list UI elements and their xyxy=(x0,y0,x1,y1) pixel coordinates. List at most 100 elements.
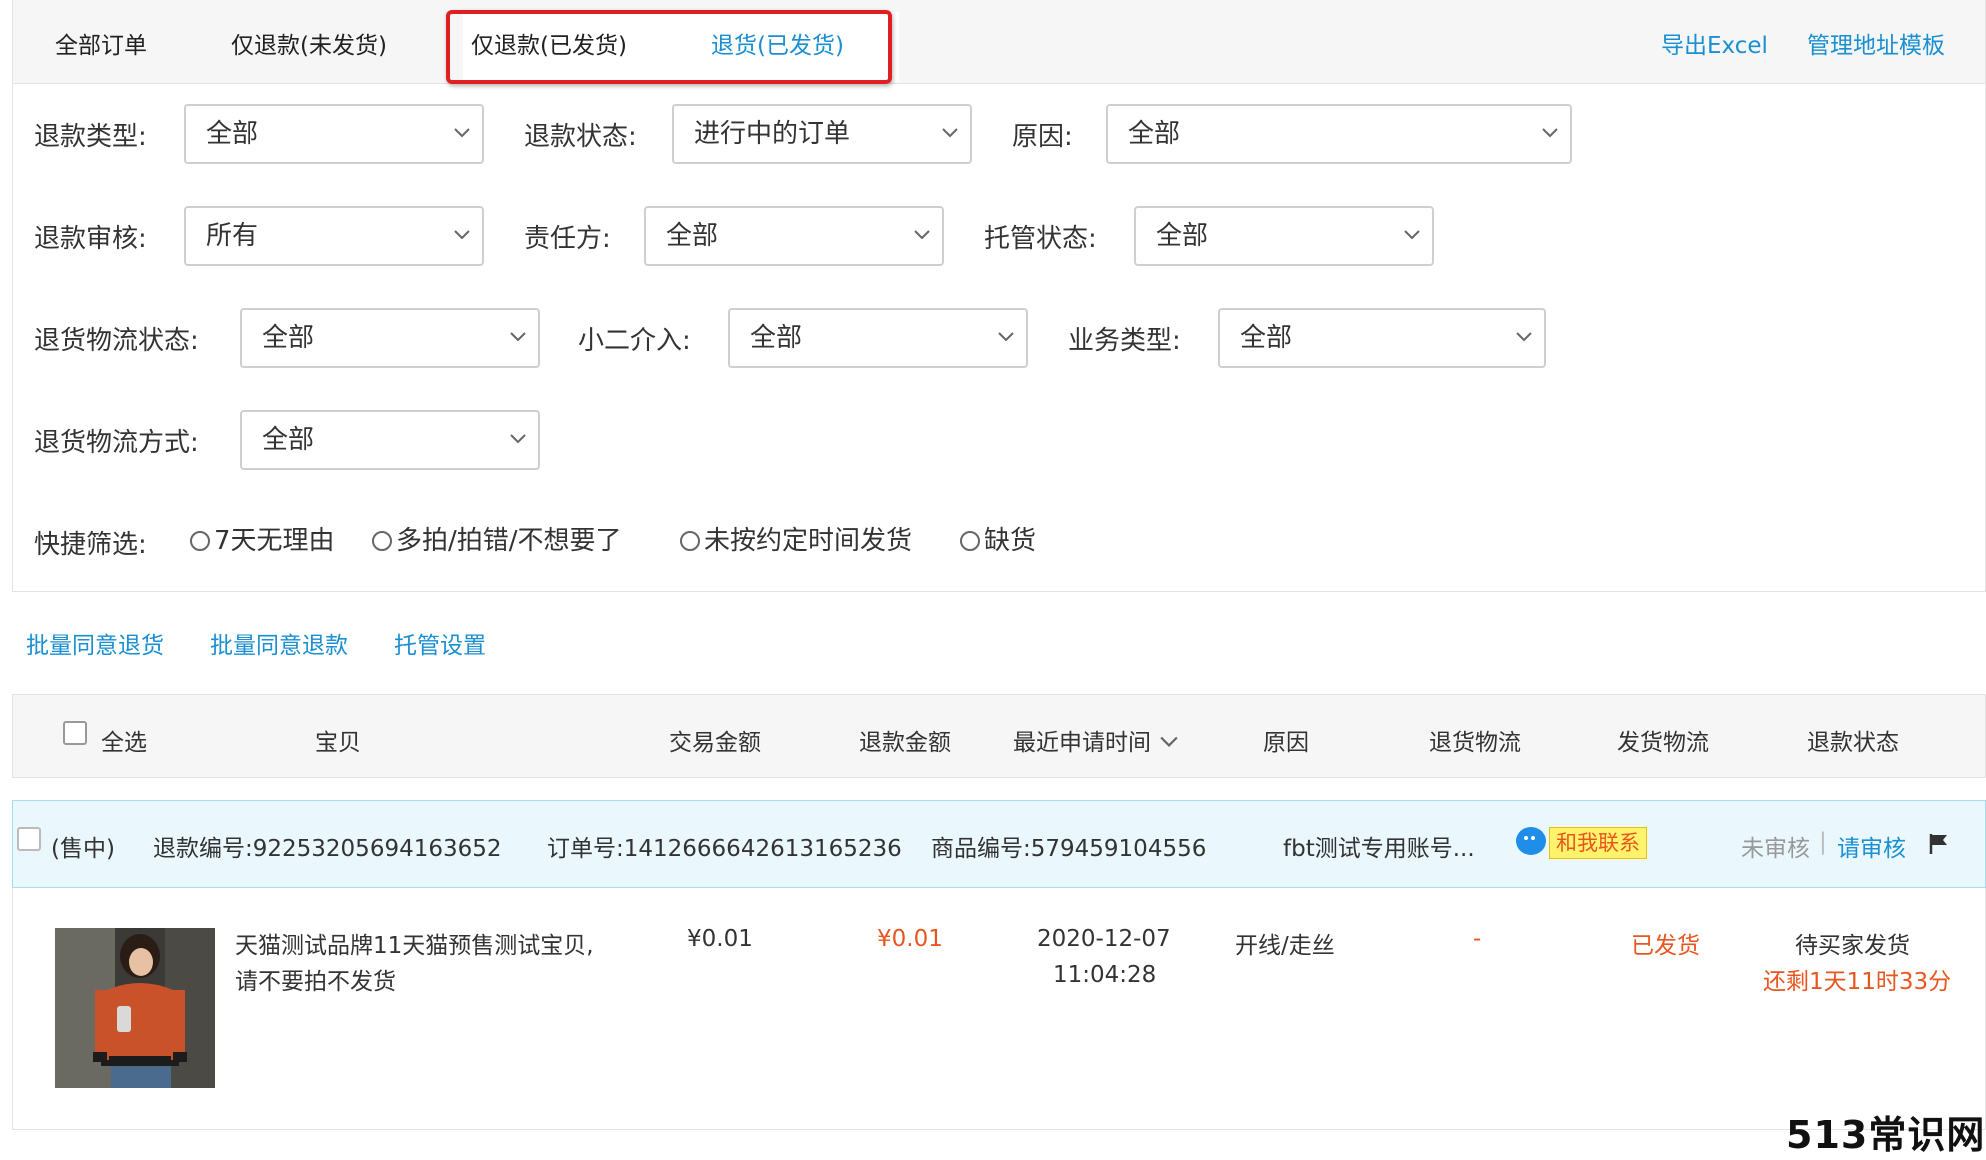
refund-type-select[interactable]: 全部 xyxy=(184,104,484,164)
custody-status-select[interactable]: 全部 xyxy=(1134,206,1434,266)
refund-number: 退款编号:92253205694163652 xyxy=(153,836,502,862)
refund-status-value: 进行中的订单 xyxy=(694,119,851,149)
buyer-account[interactable]: fbt测试专用账号... xyxy=(1283,829,1475,863)
refund-amount: ¥0.01 xyxy=(877,926,943,952)
header-recent-time: 最近申请时间 xyxy=(1013,730,1151,756)
tab-bar: 全部订单 仅退款(未发货) 仅退款(已发货) 退货(已发货) 导出Excel 管… xyxy=(12,0,1986,84)
refund-reason: 开线/走丝 xyxy=(1235,933,1335,959)
status-separator: | xyxy=(1819,829,1827,855)
refund-type-value: 全部 xyxy=(206,119,259,149)
quick-filter-option-label: 未按约定时间发货 xyxy=(704,526,913,556)
radio-icon xyxy=(190,531,210,551)
header-return-logistics: 退货物流 xyxy=(1429,730,1521,756)
ship-logistics-value: 已发货 xyxy=(1631,933,1700,959)
chevron-down-icon xyxy=(1542,128,1558,138)
quick-filter-option[interactable]: 多拍/拍错/不想要了 xyxy=(372,520,622,557)
quick-filter-option[interactable]: 未按约定时间发货 xyxy=(680,520,912,557)
trade-amount: ¥0.01 xyxy=(687,926,753,952)
chevron-down-icon xyxy=(914,230,930,240)
xiaoer-select[interactable]: 全部 xyxy=(728,308,1028,368)
reason-label: 原因: xyxy=(1012,122,1073,152)
chat-bubble-icon[interactable] xyxy=(1515,825,1551,859)
select-all-checkbox[interactable] xyxy=(63,721,87,745)
responsible-select[interactable]: 全部 xyxy=(644,206,944,266)
sale-status: (售中) xyxy=(51,836,115,862)
business-type-select[interactable]: 全部 xyxy=(1218,308,1546,368)
custody-settings-button[interactable]: 托管设置 xyxy=(394,626,486,660)
site-watermark: 513常识网 xyxy=(1786,1113,1986,1157)
apply-date: 2020-12-07 xyxy=(1037,926,1171,952)
responsible-label: 责任方: xyxy=(524,224,611,254)
order-number: 订单号:1412666642613165236 xyxy=(547,836,902,862)
chevron-down-icon xyxy=(942,128,958,138)
xiaoer-value: 全部 xyxy=(750,323,803,353)
chevron-down-icon xyxy=(510,434,526,444)
return-logistics-value: - xyxy=(1473,926,1482,952)
tab-all-orders[interactable]: 全部订单 xyxy=(55,26,147,60)
refund-status-label: 退款状态: xyxy=(524,122,637,152)
manage-address-template-link[interactable]: 管理地址模板 xyxy=(1807,26,1945,60)
custody-status-label: 托管状态: xyxy=(984,224,1097,254)
header-recent-time-sort[interactable]: 最近申请时间 xyxy=(1013,723,1178,757)
contact-me-button[interactable]: 和我联系 xyxy=(1549,827,1647,859)
chevron-down-icon xyxy=(454,230,470,240)
refund-review-value: 所有 xyxy=(206,221,259,251)
quick-filter-option[interactable]: 7天无理由 xyxy=(190,520,335,557)
chevron-down-icon xyxy=(454,128,470,138)
business-type-value: 全部 xyxy=(1240,323,1293,353)
quick-filter-option-label: 多拍/拍错/不想要了 xyxy=(396,526,622,556)
table-row: 天猫测试品牌11天猫预售测试宝贝, 请不要拍不发货 ¥0.01 ¥0.01 20… xyxy=(12,888,1986,1130)
batch-agree-refund-button[interactable]: 批量同意退款 xyxy=(210,626,348,660)
flag-icon[interactable] xyxy=(1929,833,1949,855)
highlight-annotation xyxy=(446,10,892,84)
header-refund-status: 退款状态 xyxy=(1807,730,1899,756)
responsible-value: 全部 xyxy=(666,221,719,251)
chevron-down-icon xyxy=(998,332,1014,342)
quick-filter-option[interactable]: 缺货 xyxy=(960,520,1036,557)
return-logistics-status-value: 全部 xyxy=(262,323,315,353)
apply-time: 11:04:28 xyxy=(1053,962,1157,988)
custody-status-value: 全部 xyxy=(1156,221,1209,251)
header-trade-amount: 交易金额 xyxy=(669,730,761,756)
radio-icon xyxy=(372,531,392,551)
tab-refund-unshipped[interactable]: 仅退款(未发货) xyxy=(231,26,387,60)
return-logistics-method-label: 退货物流方式: xyxy=(34,428,199,458)
please-review-link[interactable]: 请审核 xyxy=(1837,829,1906,863)
product-title-line2[interactable]: 请不要拍不发货 xyxy=(235,962,396,996)
header-select-all: 全选 xyxy=(101,730,147,756)
order-summary-row: (售中) 退款编号:92253205694163652 订单号:14126666… xyxy=(12,800,1986,888)
header-item: 宝贝 xyxy=(315,730,361,756)
quick-filter-label: 快捷筛选: xyxy=(34,530,147,560)
header-ship-logistics: 发货物流 xyxy=(1617,730,1709,756)
countdown-timer: 还剩1天11时33分 xyxy=(1763,969,1952,995)
reason-value: 全部 xyxy=(1128,119,1181,149)
quick-filter-option-label: 缺货 xyxy=(984,526,1037,556)
return-logistics-method-select[interactable]: 全部 xyxy=(240,410,540,470)
quick-filter-option-label: 7天无理由 xyxy=(214,526,335,556)
chevron-down-icon xyxy=(1404,230,1420,240)
product-thumbnail[interactable] xyxy=(55,928,215,1088)
table-header: 全选 宝贝 交易金额 退款金额 最近申请时间 原因 退货物流 发货物流 退款状态 xyxy=(12,694,1986,778)
product-title-line1[interactable]: 天猫测试品牌11天猫预售测试宝贝, xyxy=(235,926,594,960)
order-checkbox[interactable] xyxy=(17,827,41,851)
reason-select[interactable]: 全部 xyxy=(1106,104,1572,164)
radio-icon xyxy=(680,531,700,551)
refund-review-select[interactable]: 所有 xyxy=(184,206,484,266)
batch-agree-return-button[interactable]: 批量同意退货 xyxy=(26,626,164,660)
xiaoer-label: 小二介入: xyxy=(578,326,691,356)
refund-status-link[interactable]: 待买家发货 xyxy=(1795,926,1910,960)
chevron-down-icon xyxy=(510,332,526,342)
product-number: 商品编号:579459104556 xyxy=(931,836,1207,862)
radio-icon xyxy=(960,531,980,551)
return-logistics-method-value: 全部 xyxy=(262,425,315,455)
export-excel-link[interactable]: 导出Excel xyxy=(1661,26,1768,60)
review-status: 未审核 xyxy=(1741,836,1810,862)
return-logistics-status-select[interactable]: 全部 xyxy=(240,308,540,368)
refund-status-select[interactable]: 进行中的订单 xyxy=(672,104,972,164)
business-type-label: 业务类型: xyxy=(1068,326,1181,356)
return-logistics-status-label: 退货物流状态: xyxy=(34,326,199,356)
header-reason: 原因 xyxy=(1263,730,1309,756)
refund-type-label: 退款类型: xyxy=(34,122,147,152)
chevron-down-icon xyxy=(1160,736,1178,747)
header-refund-amount: 退款金额 xyxy=(859,730,951,756)
